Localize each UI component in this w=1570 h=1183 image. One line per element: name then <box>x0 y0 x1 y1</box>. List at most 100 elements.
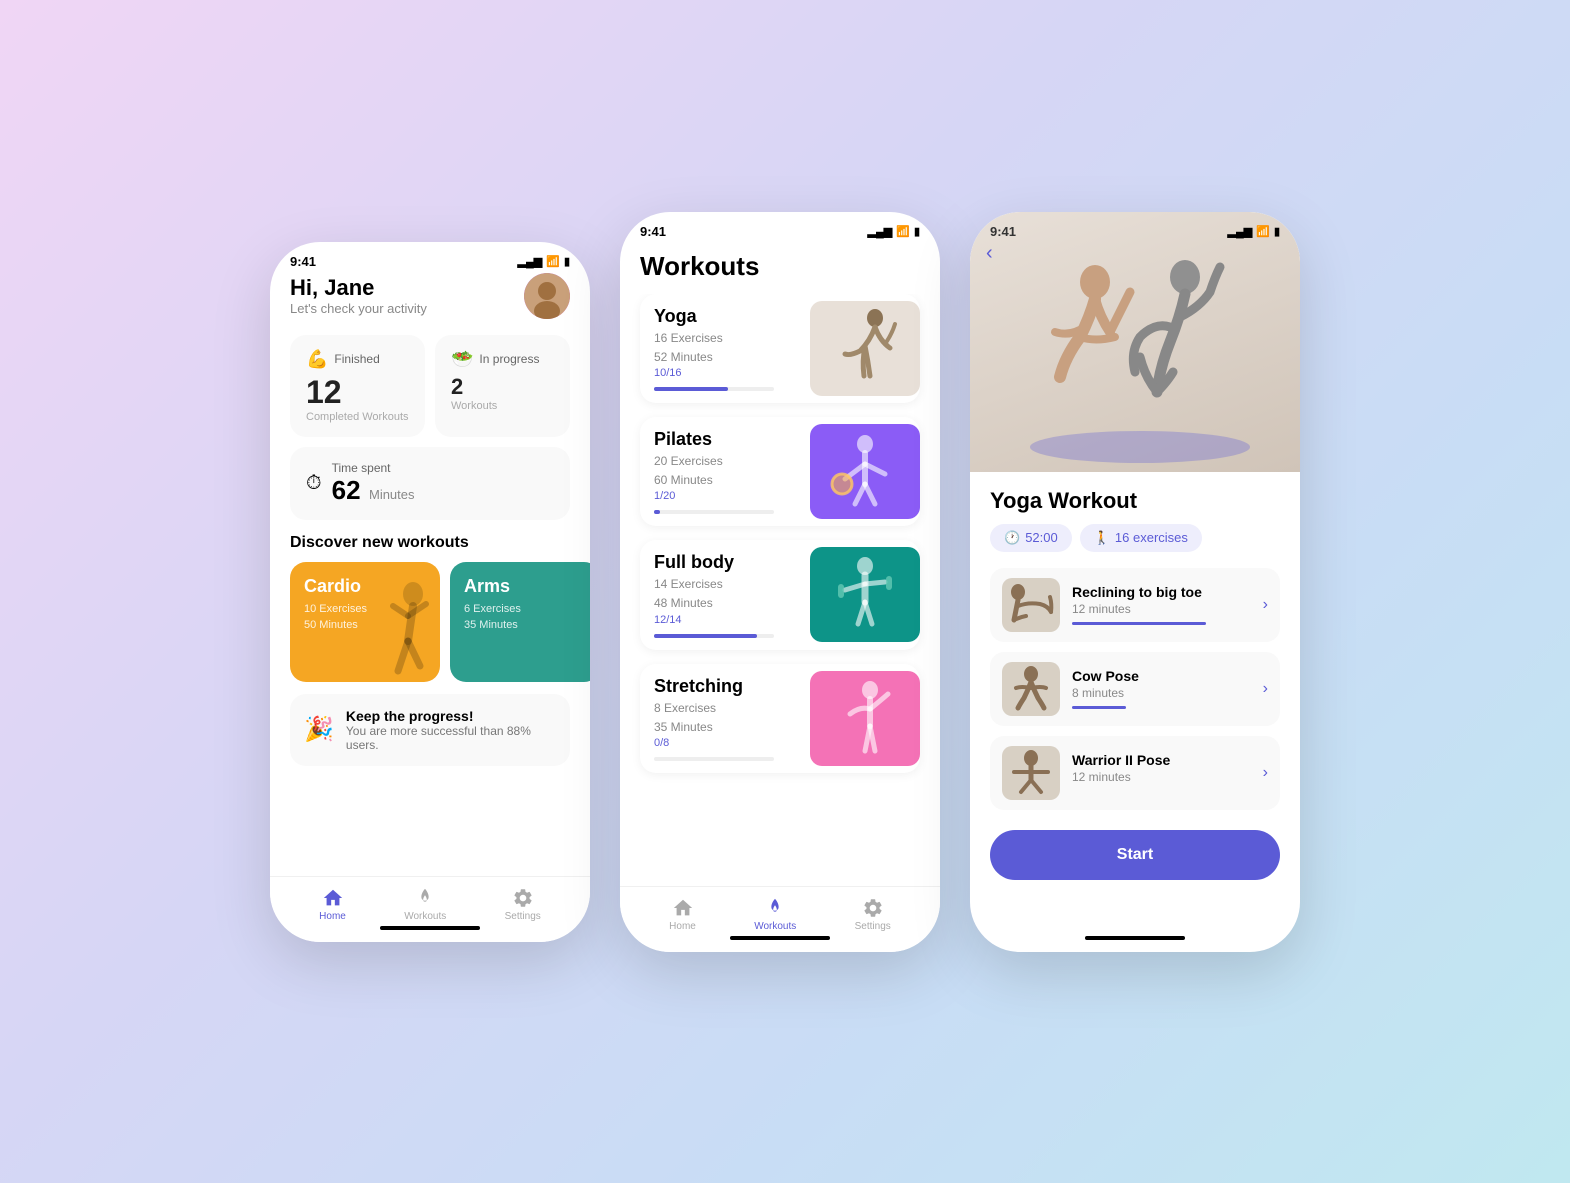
nav-workouts-2[interactable]: Workouts <box>754 897 796 932</box>
pilates-thumb <box>810 424 920 519</box>
exercise-item-2[interactable]: Cow Pose 8 minutes › <box>990 652 1280 726</box>
yoga-title: Yoga <box>654 306 796 327</box>
status-bar-1: 9:41 ▂▄▆ 📶 ▮ <box>270 242 590 273</box>
fullbody-figure <box>820 552 910 637</box>
back-button[interactable]: ‹ <box>986 242 993 265</box>
stretching-title: Stretching <box>654 676 796 697</box>
signal-icon: ▂▄▆ <box>518 255 543 268</box>
stretching-info: Stretching 8 Exercises35 Minutes 0/8 <box>640 664 810 773</box>
pilates-progress-bar <box>654 510 774 514</box>
banner-text: Keep the progress! You are more successf… <box>346 708 556 752</box>
inprogress-icon: 🥗 <box>451 349 473 370</box>
battery-icon-2: ▮ <box>914 225 920 238</box>
greeting-text: Hi, Jane Let's check your activity <box>290 275 427 316</box>
wifi-icon-3: 📶 <box>1256 225 1270 238</box>
finished-number: 12 <box>306 374 409 411</box>
inprogress-label: In progress <box>479 352 539 366</box>
arms-sub: 6 Exercises35 Minutes <box>464 601 586 634</box>
workouts-title: Workouts <box>620 243 940 294</box>
badge-time-value: 52:00 <box>1025 530 1058 545</box>
time-1: 9:41 <box>290 254 316 269</box>
wifi-icon: 📶 <box>546 255 560 268</box>
home-icon-1 <box>322 887 344 909</box>
wifi-icon-2: 📶 <box>896 225 910 238</box>
fullbody-progress-bar <box>654 634 774 638</box>
greeting-sub: Let's check your activity <box>290 301 427 316</box>
yoga-progress-fill <box>654 387 728 391</box>
workout-item-stretching[interactable]: Stretching 8 Exercises35 Minutes 0/8 <box>640 664 920 773</box>
yoga-info: Yoga 16 Exercises52 Minutes 10/16 <box>640 294 810 403</box>
exercise-item-1[interactable]: Reclining to big toe 12 minutes › <box>990 568 1280 642</box>
gear-icon-2 <box>862 897 884 919</box>
nav-workouts-1[interactable]: Workouts <box>404 887 446 922</box>
hero-image: ‹ <box>970 212 1300 472</box>
workout-list: Yoga 16 Exercises52 Minutes 10/16 <box>620 294 940 868</box>
nav-home-2[interactable]: Home <box>669 897 696 932</box>
exercise-figure-1 <box>1006 582 1056 628</box>
battery-icon-3: ▮ <box>1274 225 1280 238</box>
time-3: 9:41 <box>990 224 1016 239</box>
workout-item-fullbody[interactable]: Full body 14 Exercises48 Minutes 12/14 <box>640 540 920 649</box>
yoga-figure <box>820 306 910 391</box>
status-bar-2: 9:41 ▂▄▆ 📶 ▮ <box>620 212 940 243</box>
gear-icon-1 <box>512 887 534 909</box>
pilates-sub: 20 Exercises60 Minutes <box>654 452 796 490</box>
stretching-progress-bar <box>654 757 774 761</box>
status-icons-2: ▂▄▆ 📶 ▮ <box>868 225 920 238</box>
pilates-title: Pilates <box>654 429 796 450</box>
yoga-progress-label: 10/16 <box>654 367 796 379</box>
workout-item-pilates[interactable]: Pilates 20 Exercises60 Minutes 1/20 <box>640 417 920 526</box>
nav-home-label-1: Home <box>319 911 346 922</box>
exercise-figure-2 <box>1006 666 1056 712</box>
home-indicator-3 <box>1085 936 1185 940</box>
exercise-time-2: 8 minutes <box>1072 686 1251 700</box>
cardio-figure <box>358 576 440 682</box>
nav-home-label-2: Home <box>669 921 696 932</box>
start-button[interactable]: Start <box>990 830 1280 880</box>
nav-settings-label-2: Settings <box>855 921 891 932</box>
arms-card[interactable]: Arms 6 Exercises35 Minutes <box>450 562 590 682</box>
time-2: 9:41 <box>640 224 666 239</box>
person-icon: 🚶 <box>1094 530 1110 546</box>
status-icons-3: ▂▄▆ 📶 ▮ <box>1228 225 1280 238</box>
fullbody-info: Full body 14 Exercises48 Minutes 12/14 <box>640 540 810 649</box>
exercise-info-2: Cow Pose 8 minutes <box>1072 668 1251 709</box>
detail-badges: 🕐 52:00 🚶 16 exercises <box>990 524 1280 552</box>
exercise-item-3[interactable]: Warrior II Pose 12 minutes › <box>990 736 1280 810</box>
greeting-section: Hi, Jane Let's check your activity <box>270 273 590 319</box>
chevron-icon-1: › <box>1263 596 1268 614</box>
phone-workouts: 9:41 ▂▄▆ 📶 ▮ Workouts Yoga 16 Exercises5… <box>620 212 940 952</box>
exercise-list: Reclining to big toe 12 minutes › <box>990 568 1280 820</box>
avatar-image <box>524 273 570 319</box>
detail-title: Yoga Workout <box>990 488 1280 514</box>
nav-settings-2[interactable]: Settings <box>855 897 891 932</box>
fullbody-sub: 14 Exercises48 Minutes <box>654 575 796 613</box>
banner-desc: You are more successful than 88% users. <box>346 724 556 752</box>
inprogress-sub: Workouts <box>451 400 554 412</box>
detail-content: Yoga Workout 🕐 52:00 🚶 16 exercises <box>970 472 1300 896</box>
exercise-thumb-2 <box>1002 662 1060 716</box>
fullbody-progress-fill <box>654 634 757 638</box>
nav-home-1[interactable]: Home <box>319 887 346 922</box>
chevron-icon-3: › <box>1263 764 1268 782</box>
avatar <box>524 273 570 319</box>
fullbody-progress-label: 12/14 <box>654 614 796 626</box>
stretching-thumb <box>810 671 920 766</box>
nav-settings-1[interactable]: Settings <box>505 887 541 922</box>
workout-item-yoga[interactable]: Yoga 16 Exercises52 Minutes 10/16 <box>640 294 920 403</box>
badge-time: 🕐 52:00 <box>990 524 1072 552</box>
yoga-hero-figure <box>985 217 1285 467</box>
exercise-name-1: Reclining to big toe <box>1072 584 1251 600</box>
timespent-number: 62 <box>332 475 361 505</box>
yoga-thumb <box>810 301 920 396</box>
bottom-nav-2: Home Workouts Settings <box>620 886 940 952</box>
clock-icon: 🕐 <box>1004 530 1020 546</box>
fullbody-title: Full body <box>654 552 796 573</box>
stat-finished: 💪 Finished 12 Completed Workouts <box>290 335 425 437</box>
cardio-card[interactable]: Cardio 10 Exercises50 Minutes <box>290 562 440 682</box>
pilates-progress-fill <box>654 510 660 514</box>
phone-detail: 9:41 ▂▄▆ 📶 ▮ ‹ <box>970 212 1300 952</box>
exercise-info-1: Reclining to big toe 12 minutes <box>1072 584 1251 625</box>
exercise-name-2: Cow Pose <box>1072 668 1251 684</box>
pilates-info: Pilates 20 Exercises60 Minutes 1/20 <box>640 417 810 526</box>
